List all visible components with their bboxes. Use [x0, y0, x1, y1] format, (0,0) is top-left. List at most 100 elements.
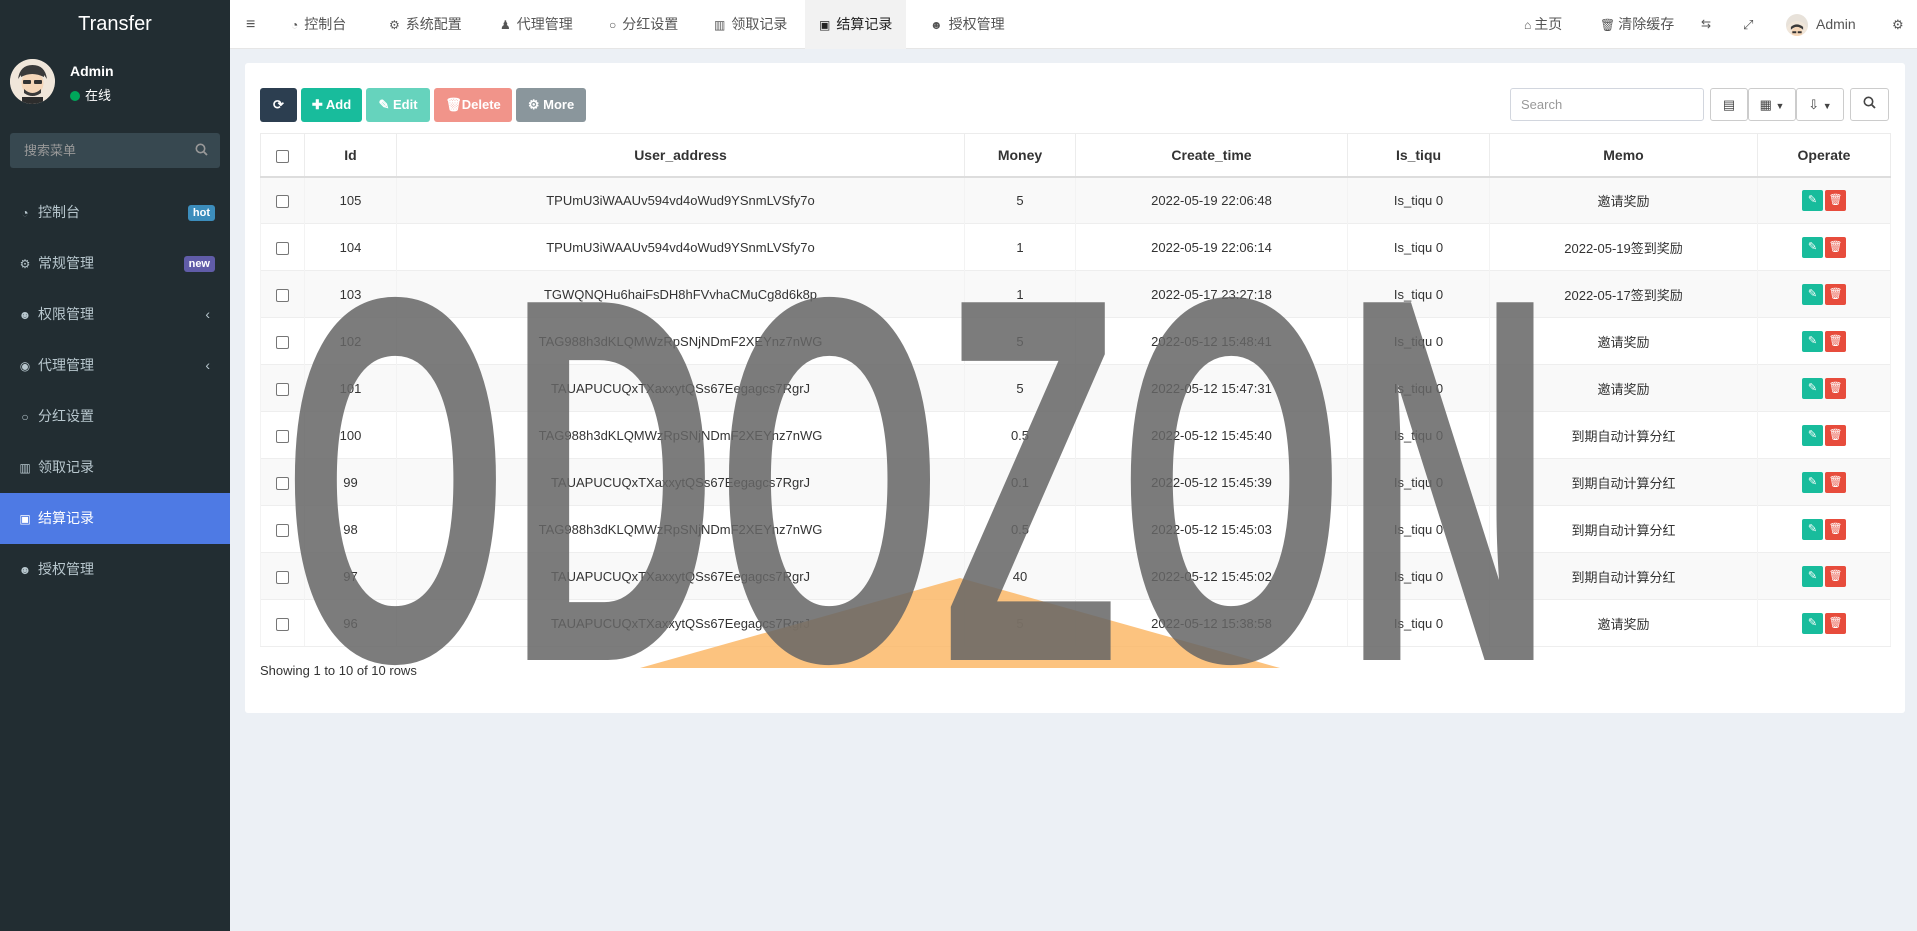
table-search-input[interactable]	[1510, 88, 1704, 121]
trash-icon: 🗑	[1828, 287, 1843, 300]
menu-search-input[interactable]	[10, 133, 220, 168]
column-header-is-tiqu[interactable]: Is_tiqu	[1347, 133, 1490, 178]
table-row[interactable]: 105 TPUmU3iWAAUv594vd4oWud9YSnmLVSfy7o 5 20…	[260, 176, 1891, 224]
row-checkbox[interactable]	[276, 476, 289, 490]
menu-toggle-icon[interactable]: ≡	[230, 0, 271, 49]
admin-menu[interactable]: Admin	[1786, 0, 1856, 49]
cell-money: 5	[964, 317, 1076, 365]
columns-button[interactable]: ▦ ▼	[1748, 88, 1796, 121]
more-label: More	[543, 97, 575, 112]
row-checkbox[interactable]	[276, 382, 289, 396]
trash-icon: 🗑	[1828, 193, 1843, 206]
export-button[interactable]: ⇩ ▼	[1796, 88, 1844, 121]
cell-id: 103	[304, 270, 397, 318]
sidebar-item-general[interactable]: ⚙ 常规管理 new	[0, 238, 230, 289]
row-checkbox[interactable]	[276, 335, 289, 349]
refresh-button[interactable]: ⟳	[260, 88, 297, 122]
table-row[interactable]: 103 TGWQNQHu6haiFsDH8hFVvhaCMuCg8d6k8p 1 20…	[260, 270, 1891, 318]
row-delete-button[interactable]: 🗑	[1825, 518, 1846, 540]
column-header-id[interactable]: Id	[304, 133, 397, 178]
brand-logo[interactable]: Transfer	[0, 0, 230, 49]
row-checkbox[interactable]	[276, 429, 289, 443]
delete-button[interactable]: 🗑Delete	[434, 88, 512, 122]
home-link[interactable]: ⌂ 主页	[1524, 0, 1562, 49]
tab-agents[interactable]: ♟ 代理管理	[486, 0, 587, 49]
cell-create-time: 2022-05-12 15:45:03	[1075, 505, 1348, 553]
more-button[interactable]: ⚙ More	[516, 88, 586, 122]
add-label: Add	[325, 97, 352, 112]
row-delete-button[interactable]: 🗑	[1825, 424, 1846, 446]
tab-settlements[interactable]: ▣ 结算记录	[805, 0, 907, 49]
add-button[interactable]: ✚ Add	[301, 88, 362, 122]
sidebar-item-permissions[interactable]: ☻ 权限管理 ‹	[0, 289, 230, 340]
clear-cache-button[interactable]: 🗑 清除缓存	[1600, 0, 1674, 49]
column-header-money[interactable]: Money	[964, 133, 1076, 178]
cell-is-tiqu: Is_tiqu 0	[1347, 176, 1490, 224]
table-row[interactable]: 101 TAUAPUCUQxTXaxxytQSs67Eegagcs7RgrJ 5 20…	[260, 364, 1891, 412]
table-row[interactable]: 96 TAUAPUCUQxTXaxxytQSs67Eegagcs7RgrJ 5 202…	[260, 599, 1891, 647]
tab-claims[interactable]: ▥ 领取记录	[700, 0, 801, 49]
tab-dividends[interactable]: ○ 分红设置	[595, 0, 692, 49]
search-icon[interactable]	[195, 143, 208, 159]
avatar	[10, 59, 55, 104]
table-row[interactable]: 100 TAG988h3dKLQMWzRpSNjNDmF2XEYnz7nWG 0.5…	[260, 411, 1891, 459]
sidebar-item-claims[interactable]: ▥ 领取记录	[0, 442, 230, 493]
cell-operate: ✎ 🗑	[1757, 505, 1891, 553]
advanced-search-button[interactable]	[1850, 88, 1889, 121]
translate-icon[interactable]: ⇆	[1701, 0, 1711, 49]
row-delete-button[interactable]: 🗑	[1825, 189, 1846, 211]
cell-memo: 邀请奖励	[1489, 599, 1758, 647]
row-edit-button[interactable]: ✎	[1802, 377, 1823, 399]
cogs-icon[interactable]: ⚙	[1892, 0, 1904, 49]
card-view-button[interactable]: ▤	[1710, 88, 1748, 121]
sidebar-item-agents[interactable]: ◉ 代理管理 ‹	[0, 340, 230, 391]
table-row[interactable]: 99 TAUAPUCUQxTXaxxytQSs67Eegagcs7RgrJ 0.1 2…	[260, 458, 1891, 506]
row-edit-button[interactable]: ✎	[1802, 330, 1823, 352]
edit-button[interactable]: ✎ Edit	[366, 88, 430, 122]
row-delete-button[interactable]: 🗑	[1825, 471, 1846, 493]
fullscreen-icon[interactable]: ⤢	[1743, 0, 1753, 49]
row-edit-button[interactable]: ✎	[1802, 424, 1823, 446]
cell-is-tiqu: Is_tiqu 0	[1347, 505, 1490, 553]
row-delete-button[interactable]: 🗑	[1825, 565, 1846, 587]
row-delete-button[interactable]: 🗑	[1825, 330, 1846, 352]
user-status-label: 在线	[85, 88, 112, 103]
tab-config[interactable]: ⚙ 系统配置	[375, 0, 476, 49]
table-row[interactable]: 97 TAUAPUCUQxTXaxxytQSs67Eegagcs7RgrJ 40 20…	[260, 552, 1891, 600]
tab-label: 系统配置	[405, 16, 462, 32]
cell-is-tiqu: Is_tiqu 0	[1347, 411, 1490, 459]
sidebar-item-dividends[interactable]: ○ 分红设置	[0, 391, 230, 442]
row-delete-button[interactable]: 🗑	[1825, 283, 1846, 305]
row-checkbox[interactable]	[276, 241, 289, 255]
row-edit-button[interactable]: ✎	[1802, 565, 1823, 587]
row-edit-button[interactable]: ✎	[1802, 283, 1823, 305]
row-edit-button[interactable]: ✎	[1802, 189, 1823, 211]
user-panel: Admin 在线	[0, 49, 230, 129]
row-checkbox[interactable]	[276, 288, 289, 302]
row-edit-button[interactable]: ✎	[1802, 518, 1823, 540]
column-header-memo[interactable]: Memo	[1489, 133, 1758, 178]
column-header-create-time[interactable]: Create_time	[1075, 133, 1348, 178]
sidebar-item-settlements[interactable]: ▣ 结算记录	[0, 493, 230, 544]
sidebar-item-authorization[interactable]: ☻ 授权管理	[0, 544, 230, 595]
row-checkbox[interactable]	[276, 523, 289, 537]
row-delete-button[interactable]: 🗑	[1825, 236, 1846, 258]
row-edit-button[interactable]: ✎	[1802, 471, 1823, 493]
sidebar-item-dashboard[interactable]: ◔ 控制台 hot	[0, 187, 230, 238]
cell-address: TGWQNQHu6haiFsDH8hFVvhaCMuCg8d6k8p	[396, 270, 965, 318]
row-edit-button[interactable]: ✎	[1802, 612, 1823, 634]
tab-dashboard[interactable]: ◔ 控制台	[277, 0, 360, 49]
table-row[interactable]: 102 TAG988h3dKLQMWzRpSNjNDmF2XEYnz7nWG 5 20…	[260, 317, 1891, 365]
table-row[interactable]: 104 TPUmU3iWAAUv594vd4oWud9YSnmLVSfy7o 1 20…	[260, 223, 1891, 271]
column-header-address[interactable]: User_address	[396, 133, 965, 178]
row-checkbox[interactable]	[276, 617, 289, 631]
group-icon: ☻	[18, 308, 32, 322]
select-all-checkbox[interactable]	[276, 149, 289, 163]
row-checkbox[interactable]	[276, 194, 289, 208]
row-delete-button[interactable]: 🗑	[1825, 612, 1846, 634]
tab-authorization[interactable]: ☻ 授权管理	[916, 0, 1019, 49]
row-delete-button[interactable]: 🗑	[1825, 377, 1846, 399]
table-row[interactable]: 98 TAG988h3dKLQMWzRpSNjNDmF2XEYnz7nWG 0.5 2…	[260, 505, 1891, 553]
row-checkbox[interactable]	[276, 570, 289, 584]
row-edit-button[interactable]: ✎	[1802, 236, 1823, 258]
